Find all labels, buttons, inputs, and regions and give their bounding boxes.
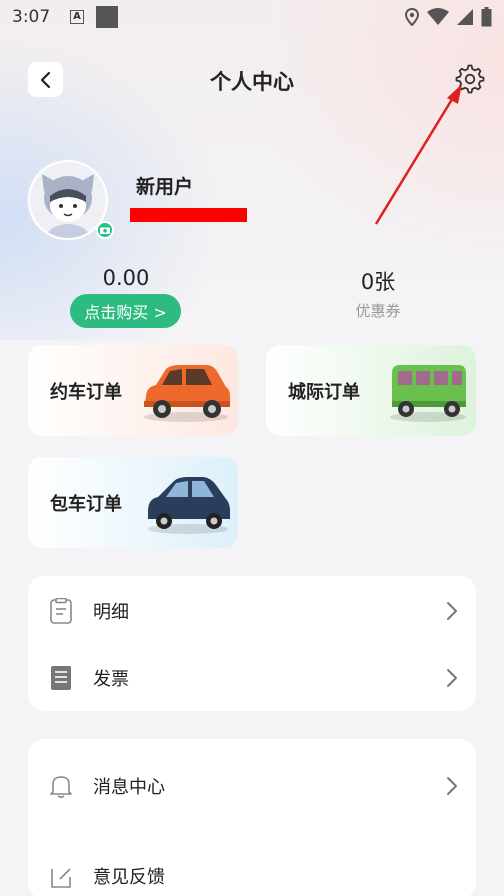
balance-stat: 0.00 (66, 266, 186, 290)
green-van-icon (390, 365, 466, 422)
charter-orders-card[interactable]: 包车订单 (28, 457, 238, 548)
ride-orders-card[interactable]: 约车订单 (28, 345, 238, 436)
invoice-icon (51, 666, 71, 690)
notification-a-icon: A (70, 10, 84, 24)
wifi-icon (427, 8, 449, 25)
status-bar: 3:07 A (0, 0, 504, 34)
chevron-right-icon (447, 777, 457, 795)
menu-item-feedback[interactable]: 意见反馈 (28, 851, 476, 896)
notification-square-icon (96, 6, 118, 28)
balance-value: 0.00 (102, 266, 150, 290)
menu-item-messages-label: 消息中心 (93, 777, 165, 798)
camera-icon[interactable] (96, 221, 114, 239)
charter-orders-label: 包车订单 (50, 493, 122, 515)
orange-car-icon (144, 365, 230, 422)
edit-icon (51, 868, 71, 888)
status-time: 3:07 (12, 7, 51, 27)
ride-orders-label: 约车订单 (50, 381, 122, 403)
menu-group-secondary: 消息中心 意见反馈 (28, 739, 476, 896)
menu-item-details-label: 明细 (93, 602, 129, 623)
clipboard-icon (50, 598, 72, 624)
location-icon (405, 8, 419, 26)
intercity-orders-card[interactable]: 城际订单 (266, 345, 476, 436)
settings-button[interactable] (455, 64, 485, 94)
avatar-cartoon-image (30, 162, 106, 238)
camera-glyph (100, 227, 110, 234)
menu-item-details[interactable]: 明细 (28, 586, 476, 636)
menu-item-invoice[interactable]: 发票 (28, 653, 476, 703)
chevron-right-icon (447, 669, 457, 687)
user-name: 新用户 (136, 176, 194, 198)
coupon-stat[interactable]: 0张 优惠券 (330, 266, 426, 321)
redacted-phone-number (130, 208, 247, 222)
menu-group-primary: 明细 发票 (28, 576, 476, 711)
coupon-value: 0张 (360, 270, 396, 294)
status-icons (405, 7, 492, 27)
menu-item-invoice-label: 发票 (93, 669, 129, 690)
battery-icon (481, 7, 492, 27)
navy-car-icon (148, 477, 230, 534)
coupon-label: 优惠券 (355, 302, 401, 320)
chevron-right-icon (447, 602, 457, 620)
menu-item-messages[interactable]: 消息中心 (28, 761, 476, 811)
buy-button[interactable]: 点击购买 > (70, 294, 181, 328)
page-title: 个人中心 (210, 70, 294, 94)
bell-icon (50, 776, 72, 799)
intercity-orders-label: 城际订单 (288, 381, 360, 403)
menu-item-feedback-label: 意见反馈 (93, 867, 165, 888)
signal-icon (457, 9, 473, 25)
gear-icon (455, 64, 485, 94)
